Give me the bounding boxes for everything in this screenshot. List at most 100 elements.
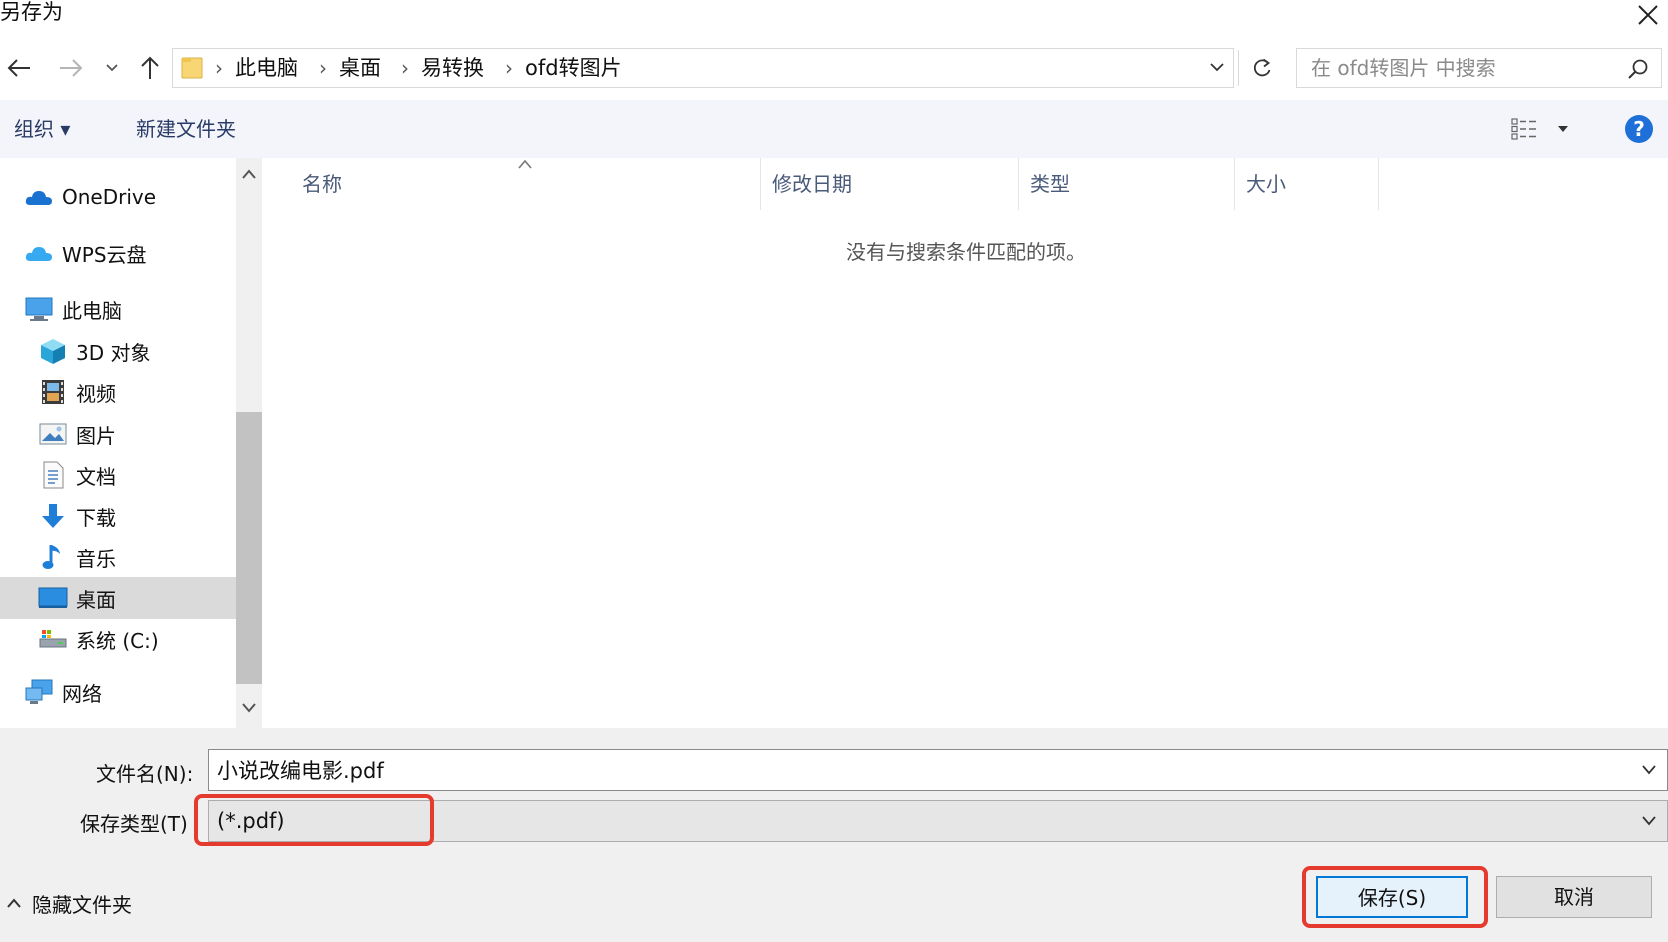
search-input[interactable] (1311, 49, 1611, 87)
help-button[interactable]: ? (1624, 114, 1654, 144)
column-header-name[interactable]: 名称 (302, 158, 342, 210)
column-header-size[interactable]: 大小 (1246, 158, 1286, 210)
close-button[interactable] (1628, 0, 1668, 30)
nav-item-label: 音乐 (76, 546, 116, 571)
view-options-button[interactable] (1510, 116, 1570, 142)
cloud-icon (24, 238, 54, 268)
navigation-pane: OneDrive WPS云盘 此电脑 3D 对象 视频 图片 文档 下载 音乐 … (0, 158, 270, 728)
address-dropdown-button[interactable] (1209, 59, 1225, 75)
list-view-icon (1511, 118, 1568, 140)
close-icon (1638, 5, 1658, 25)
breadcrumb-separator: › (401, 56, 409, 80)
chevron-down-icon (1210, 63, 1224, 72)
forward-button[interactable] (54, 48, 88, 88)
breadcrumb-ofd-to-image[interactable]: ofd转图片 (525, 49, 622, 87)
save-button[interactable]: 保存(S) (1316, 876, 1468, 918)
nav-item-this-pc[interactable]: 此电脑 (0, 288, 256, 330)
network-icon (24, 677, 54, 707)
column-separator[interactable] (1378, 158, 1379, 210)
up-button[interactable] (134, 48, 166, 88)
breadcrumb-separator: › (319, 56, 327, 80)
nav-item-system-drive[interactable]: 系统 (C:) (0, 618, 270, 660)
nav-item-label: 网络 (62, 681, 102, 706)
nav-item-onedrive[interactable]: OneDrive (0, 176, 256, 218)
nav-item-desktop[interactable]: 桌面 (0, 577, 270, 619)
cancel-button[interactable]: 取消 (1496, 876, 1652, 918)
scroll-up-button[interactable] (241, 168, 257, 180)
breadcrumb-desktop[interactable]: 桌面 (339, 49, 381, 87)
nav-item-label: 系统 (C:) (76, 628, 159, 653)
arrow-up-icon (141, 56, 159, 79)
nav-item-wps-cloud[interactable]: WPS云盘 (0, 232, 256, 274)
nav-item-label: WPS云盘 (62, 242, 147, 267)
nav-item-label: OneDrive (62, 185, 157, 209)
breadcrumb-separator: › (505, 56, 513, 80)
filetype-select[interactable]: (*.pdf) (208, 800, 1668, 842)
breadcrumb-yizhuanhuan[interactable]: 易转换 (421, 49, 484, 87)
nav-item-label: 3D 对象 (76, 340, 151, 365)
hide-folders-toggle[interactable]: 隐藏文件夹 (6, 884, 132, 922)
nav-item-network[interactable]: 网络 (0, 671, 256, 713)
column-separator[interactable] (1234, 158, 1235, 210)
chevron-down-icon (1642, 816, 1656, 826)
chevron-down-icon (242, 703, 256, 713)
column-separator[interactable] (1018, 158, 1019, 210)
nav-item-label: 下载 (76, 505, 116, 530)
recent-locations-button[interactable] (100, 48, 124, 88)
filetype-label: 保存类型(T) (80, 812, 188, 836)
nav-item-videos[interactable]: 视频 (0, 371, 270, 413)
window-title: 另存为 (0, 0, 63, 24)
nav-item-music[interactable]: 音乐 (0, 536, 270, 578)
toolbar: 组织 ▾ 新建文件夹 ? (0, 100, 1668, 158)
nav-item-downloads[interactable]: 下载 (0, 495, 270, 537)
cube-icon (38, 336, 68, 366)
back-button[interactable] (2, 48, 36, 88)
filename-input[interactable] (217, 750, 1597, 790)
column-header-date-modified[interactable]: 修改日期 (772, 158, 852, 210)
filetype-dropdown-button[interactable] (1637, 809, 1661, 833)
nav-item-3d-objects[interactable]: 3D 对象 (0, 330, 270, 372)
address-bar[interactable]: › 此电脑 › 桌面 › 易转换 › ofd转图片 (172, 48, 1234, 88)
nav-item-label: 桌面 (76, 587, 116, 612)
refresh-icon (1253, 58, 1271, 77)
breadcrumb-this-pc[interactable]: 此电脑 (235, 49, 298, 87)
film-icon (38, 377, 68, 407)
drive-icon (38, 624, 68, 654)
organize-menu[interactable]: 组织 ▾ (14, 100, 70, 158)
nav-item-pictures[interactable]: 图片 (0, 413, 270, 455)
desktop-icon (38, 583, 68, 613)
arrow-left-icon (7, 59, 30, 77)
address-divider (1238, 50, 1239, 86)
scroll-down-button[interactable] (241, 702, 257, 714)
column-header-type[interactable]: 类型 (1030, 158, 1070, 210)
computer-icon (24, 294, 54, 324)
chevron-down-icon (106, 64, 118, 72)
picture-icon (38, 419, 68, 449)
sort-ascending-icon (516, 158, 534, 170)
arrow-right-icon (60, 59, 83, 77)
download-arrow-icon (38, 501, 68, 531)
title-bar (0, 0, 1668, 34)
svg-text:?: ? (1633, 117, 1645, 141)
chevron-down-icon (1642, 765, 1656, 775)
cloud-icon (24, 182, 54, 212)
filename-combobox[interactable] (208, 749, 1668, 791)
column-separator[interactable] (760, 158, 761, 210)
search-icon[interactable] (1627, 58, 1649, 80)
breadcrumb-separator: › (215, 56, 223, 80)
nav-item-label: 视频 (76, 381, 116, 406)
hide-folders-label: 隐藏文件夹 (32, 892, 132, 917)
search-box[interactable] (1296, 48, 1662, 88)
chevron-up-icon (7, 898, 21, 908)
refresh-button[interactable] (1242, 48, 1282, 88)
chevron-up-icon (242, 169, 256, 179)
filename-dropdown-button[interactable] (1637, 758, 1661, 782)
filename-label: 文件名(N): (96, 762, 194, 786)
empty-list-message: 没有与搜索条件匹配的项。 (846, 240, 1086, 264)
nav-item-documents[interactable]: 文档 (0, 454, 270, 496)
music-note-icon (38, 542, 68, 572)
nav-item-label: 图片 (76, 423, 116, 448)
new-folder-button[interactable]: 新建文件夹 (136, 100, 236, 158)
scrollbar-thumb[interactable] (236, 412, 262, 684)
nav-item-label: 此电脑 (62, 298, 122, 323)
